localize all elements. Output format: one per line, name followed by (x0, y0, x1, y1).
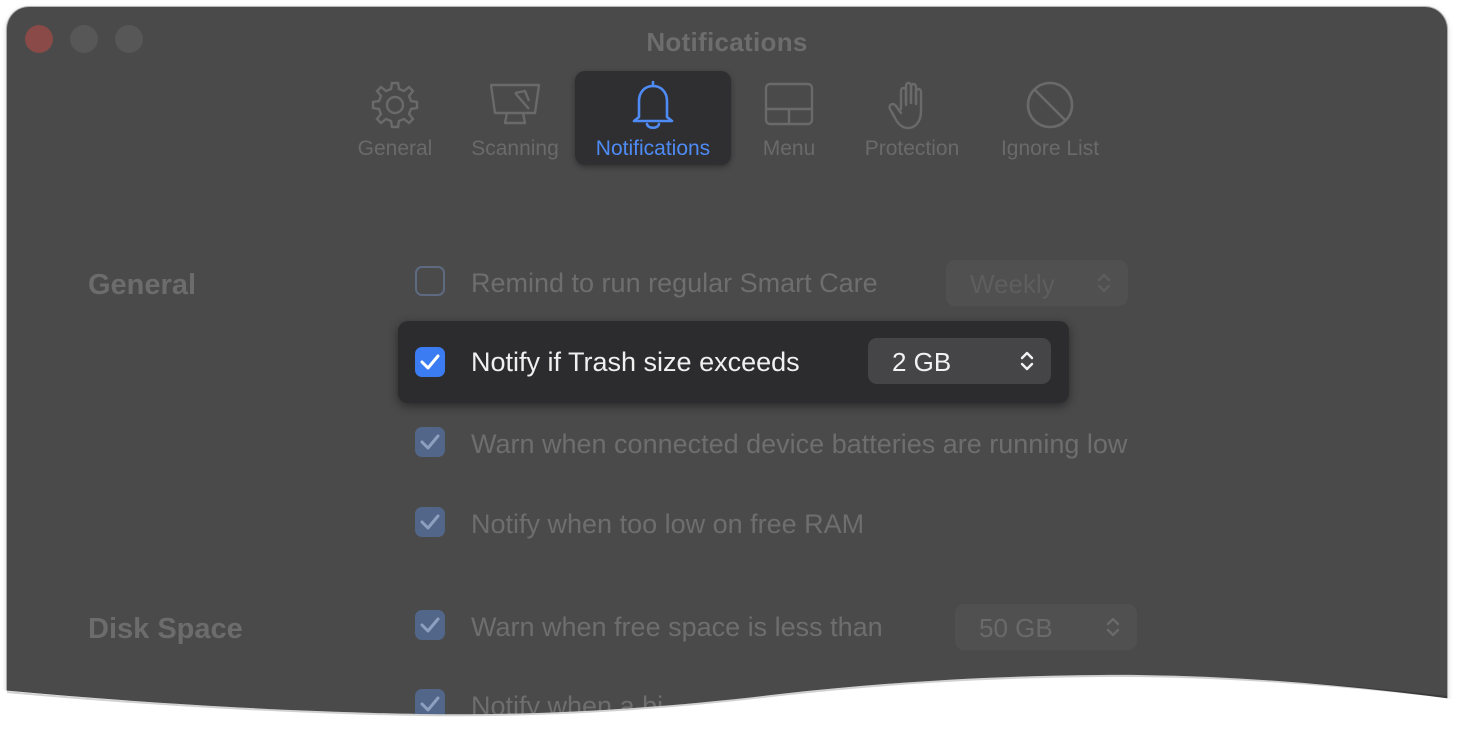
checkmark-icon (420, 434, 440, 450)
tab-label: Menu (762, 137, 816, 160)
smart-care-checkbox[interactable] (415, 266, 445, 296)
checkmark-icon (420, 696, 440, 712)
tab-label: Scanning (471, 137, 559, 160)
tab-label: Protection (864, 137, 960, 160)
checkmark-icon (420, 514, 440, 530)
bell-icon (632, 80, 674, 130)
stepper-arrows-icon (1106, 617, 1120, 637)
smart-care-label: Remind to run regular Smart Care (471, 268, 878, 298)
tab-protection[interactable]: Protection (850, 71, 974, 165)
preferences-window: Notifications General Scanning Notificat… (7, 7, 1447, 732)
partial-checkbox[interactable] (415, 689, 445, 719)
checkmark-icon (420, 617, 440, 633)
tab-label: General (357, 137, 433, 160)
tab-general[interactable]: General (346, 71, 444, 165)
free-space-checkbox[interactable] (415, 610, 445, 640)
stepper-arrows-icon (1097, 273, 1111, 293)
menu-window-icon (764, 82, 814, 126)
tab-label: Notifications (595, 137, 711, 160)
ram-label: Notify when too low on free RAM (471, 509, 865, 539)
section-title-disk-space: Disk Space (88, 613, 243, 645)
partial-label: Notify when a bi (471, 691, 664, 721)
window-title: Notifications (646, 27, 808, 57)
tab-scanning[interactable]: Scanning (460, 71, 570, 165)
prohibit-icon (1026, 81, 1074, 129)
smart-care-frequency-select[interactable]: Weekly (946, 260, 1128, 306)
hand-icon (888, 81, 923, 130)
trash-size-label: Notify if Trash size exceeds (471, 347, 800, 377)
trash-size-select[interactable]: 2 GB (868, 338, 1051, 384)
section-title-general: General (88, 269, 196, 301)
trash-size-checkbox[interactable] (415, 347, 445, 377)
trash-size-highlight: Notify if Trash size exceeds 2 GB (398, 321, 1069, 403)
trash-size-value: 2 GB (892, 347, 952, 377)
tab-ignore-list[interactable]: Ignore List (989, 71, 1111, 165)
tab-label: Ignore List (1000, 137, 1100, 160)
preferences-toolbar: General Scanning Notifications Menu Prot… (7, 71, 1447, 171)
tab-notifications[interactable]: Notifications (575, 71, 731, 165)
smart-care-frequency-value: Weekly (970, 269, 1055, 299)
scanning-monitor-icon (489, 83, 541, 125)
tab-menu[interactable]: Menu (746, 71, 832, 165)
batteries-checkbox[interactable] (415, 427, 445, 457)
free-space-size-value: 50 GB (979, 613, 1053, 643)
batteries-label: Warn when connected device batteries are… (471, 429, 1128, 459)
stepper-arrows-icon (1020, 351, 1034, 371)
ram-checkbox[interactable] (415, 507, 445, 537)
free-space-label: Warn when free space is less than (471, 612, 883, 642)
gear-icon (371, 81, 419, 129)
checkmark-icon (420, 354, 440, 370)
free-space-size-select[interactable]: 50 GB (955, 604, 1137, 650)
